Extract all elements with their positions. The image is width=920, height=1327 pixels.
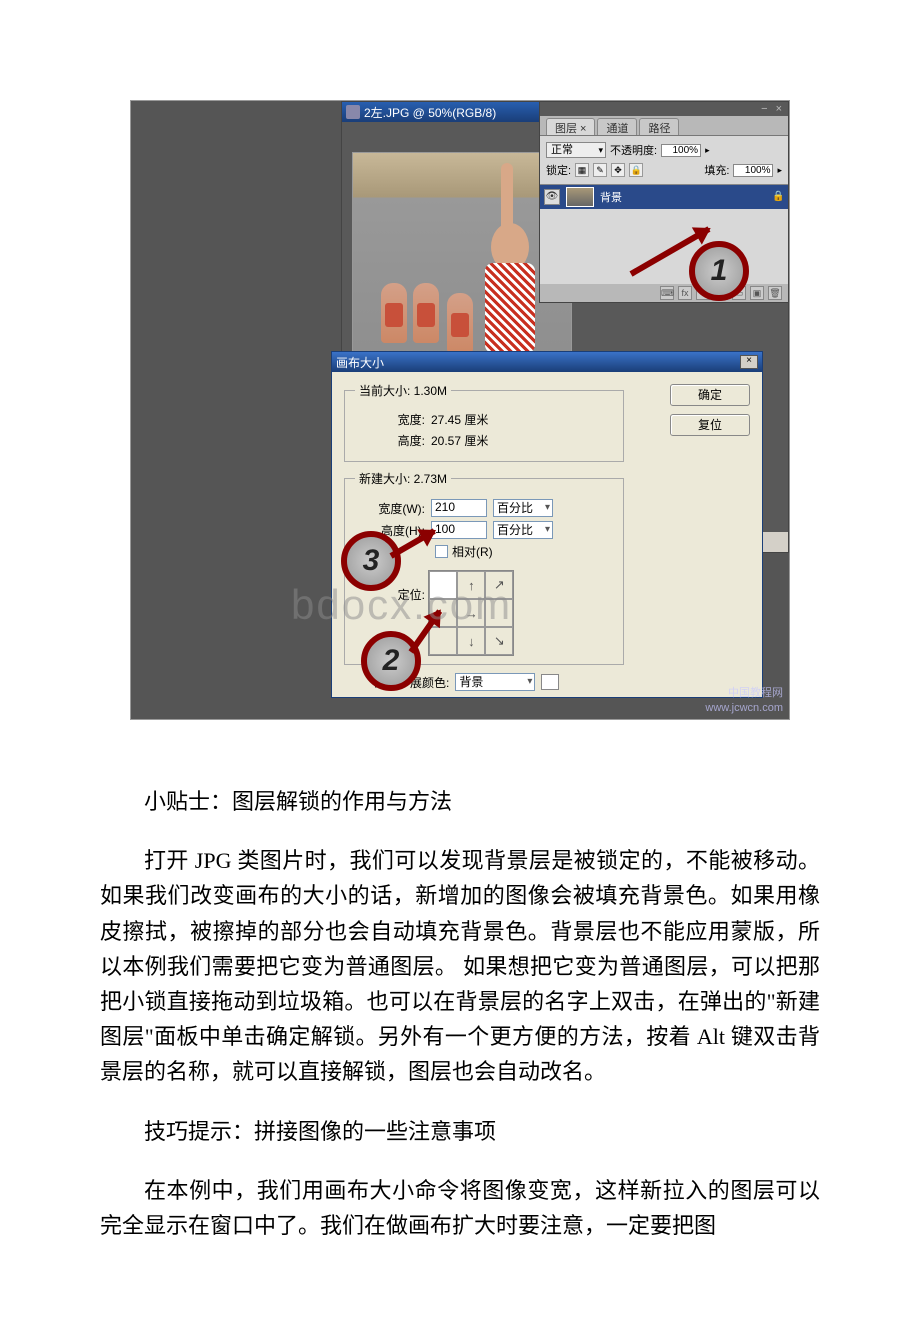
cur-height-label: 高度: [355,432,425,449]
annotation-3: 3 [341,531,401,591]
height-unit-select[interactable]: 百分比 [493,521,553,539]
tab-channels[interactable]: 通道 [597,118,637,135]
article-body: 小贴士：图层解锁的作用与方法 打开 JPG 类图片时，我们可以发现背景层是被锁定… [0,784,920,1327]
fill-input[interactable]: 100% [733,164,773,177]
fill-slider-icon[interactable]: ▸ [777,165,782,176]
anchor-cell-tr[interactable]: ↗ [485,571,513,599]
annotation-1-label: 1 [711,254,728,288]
dialog-title: 画布大小 [336,354,384,371]
dialog-close-button[interactable]: × [740,355,758,369]
opacity-label: 不透明度: [610,142,657,158]
anchor-cell-mr[interactable] [485,599,513,627]
layer-thumbnail[interactable] [566,187,594,207]
screenshot-figure: 2左.JPG @ 50%(RGB/8) _ □ × [130,100,790,720]
panel-footer: ⌨ fx ◐ ◑ ▭ ▣ 🗑 [540,284,788,302]
width-unit-select[interactable]: 百分比 [493,499,553,517]
lock-all-icon[interactable]: 🔒 [629,163,643,177]
watermark-corner-1: 中国教程网 [705,686,783,700]
width-input[interactable]: 210 [431,499,487,517]
layer-name[interactable]: 背景 [600,189,622,205]
blend-mode-select[interactable]: 正常 [546,142,606,158]
annotation-2: 2 [361,631,421,691]
fill-label: 填充: [704,162,729,178]
opacity-input[interactable]: 100% [661,144,701,157]
dialog-titlebar: 画布大小 × [332,352,762,372]
annotation-2-label: 2 [383,644,400,678]
opacity-slider-icon[interactable]: ▸ [705,145,710,156]
annotation-1: 1 [689,241,749,301]
anchor-cell-br[interactable]: ↘ [485,627,513,655]
new-width-label: 宽度(W): [355,500,425,517]
new-size-legend: 新建大小: 2.73M [355,470,451,487]
layer-list: 👁 背景 🔒 [540,184,788,284]
cur-width-value: 27.45 厘米 [431,411,511,428]
cur-height-value: 20.57 厘米 [431,432,511,449]
current-size-group: 当前大小: 1.30M 宽度: 27.45 厘米 高度: 20.57 厘米 [344,382,624,462]
lock-label: 锁定: [546,162,571,178]
relative-label: 相对(R) [452,543,493,560]
cur-width-label: 宽度: [355,411,425,428]
watermark-corner: 中国教程网 www.jcwcn.com [705,686,783,715]
para-hint-body: 在本例中，我们用画布大小命令将图像变宽，这样新拉入的图层可以完全显示在窗口中了。… [100,1173,820,1243]
panel-tabs: 图层 × 通道 路径 [540,116,788,136]
current-size-legend: 当前大小: 1.30M [355,382,451,399]
relative-checkbox[interactable] [435,545,448,558]
lock-move-icon[interactable]: ✥ [611,163,625,177]
reset-button[interactable]: 复位 [670,414,750,436]
anchor-cell-tm[interactable]: ↑ [457,571,485,599]
annotation-3-label: 3 [363,544,380,578]
para-hint-title: 技巧提示：拼接图像的一些注意事项 [100,1114,820,1149]
watermark-corner-2: www.jcwcn.com [705,701,783,715]
doc-title: 2左.JPG @ 50%(RGB/8) [364,104,496,121]
anchor-cell-bl[interactable] [429,627,457,655]
anchor-cell-bm[interactable]: ↓ [457,627,485,655]
tab-layers[interactable]: 图层 × [546,118,595,135]
visibility-icon[interactable]: 👁 [544,189,560,205]
anchor-cell-mm[interactable]: → [457,599,485,627]
new-layer-icon[interactable]: ▣ [750,286,764,300]
layers-panel: − × 图层 × 通道 路径 正常 不透明度: 100% ▸ [539,101,789,303]
ext-color-select[interactable]: 背景 [455,673,535,691]
trash-icon[interactable]: 🗑 [768,286,782,300]
doc-icon [346,105,360,119]
panel-close-icon[interactable]: × [776,103,782,115]
layer-row-background[interactable]: 👁 背景 🔒 [540,185,788,209]
panel-minimize-icon[interactable]: − [761,103,767,115]
tab-paths[interactable]: 路径 [639,118,679,135]
ok-button[interactable]: 确定 [670,384,750,406]
link-icon[interactable]: ⌨ [660,286,674,300]
lock-icon: 🔒 [772,191,784,203]
fx-icon[interactable]: fx [678,286,692,300]
lock-transparent-icon[interactable]: ▦ [575,163,589,177]
para-tip-body: 打开 JPG 类图片时，我们可以发现背景层是被锁定的，不能被移动。如果我们改变画… [100,843,820,1089]
anchor-cell-tl[interactable] [429,571,457,599]
lock-paint-icon[interactable]: ✎ [593,163,607,177]
para-tip-title: 小贴士：图层解锁的作用与方法 [100,784,820,819]
color-swatch[interactable] [541,674,559,690]
